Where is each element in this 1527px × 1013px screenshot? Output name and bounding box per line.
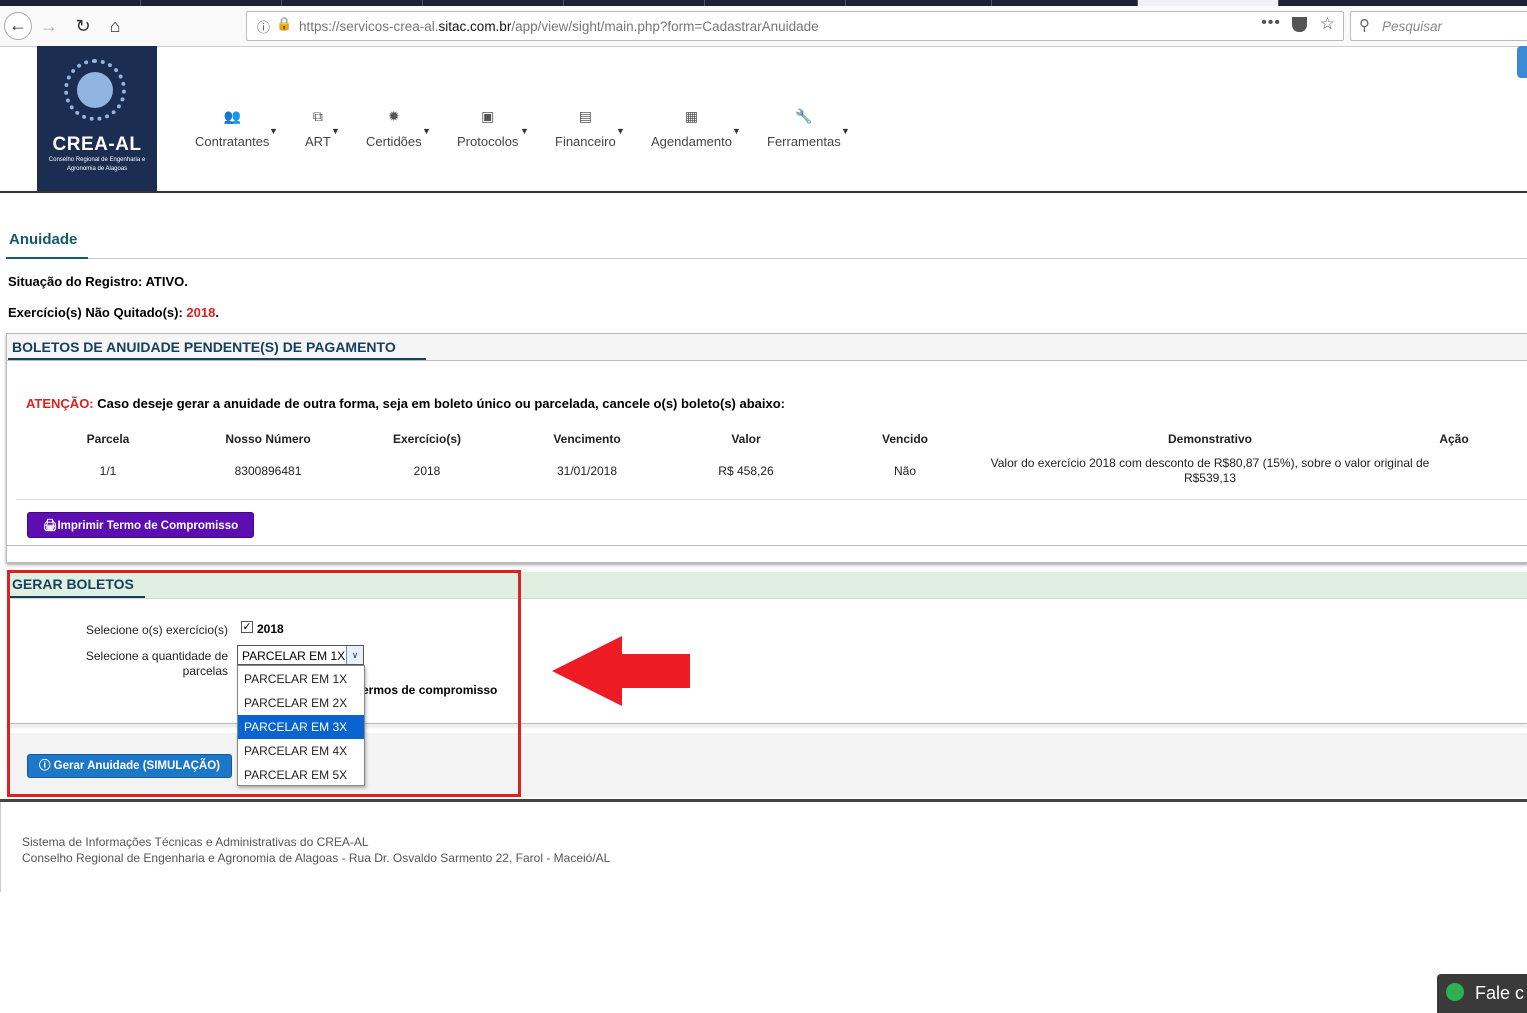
tab-divider — [88, 258, 1527, 259]
chevron-down-icon[interactable]: ▼ — [520, 126, 529, 136]
menu-ferramentas[interactable]: 🔧 Ferramentas — [767, 108, 841, 149]
menu-protocolos[interactable]: ▣ Protocolos — [457, 108, 518, 149]
cell-exercicio: 2018 — [413, 464, 441, 478]
cell-nosso-numero: 8300896481 — [234, 464, 302, 478]
title-underline — [8, 358, 426, 360]
pocket-icon[interactable] — [1292, 17, 1307, 32]
lock-icon: 🔒 — [276, 16, 293, 31]
menu-contratantes[interactable]: 👥 Contratantes — [195, 108, 269, 149]
certificate-icon: ✹ — [387, 108, 400, 124]
url-bar[interactable]: ⓘ 🔒 https://servicos-crea-al.sitac.com.b… — [246, 11, 1344, 41]
chevron-down-icon[interactable]: ▼ — [616, 126, 625, 136]
exercicios-nao-quitados: Exercício(s) Não Quitado(s): 2018. — [8, 305, 219, 320]
search-placeholder: Pesquisar — [1382, 19, 1443, 34]
menu-label: Agendamento — [651, 134, 732, 149]
calendar-icon: ▦ — [684, 108, 699, 124]
registro-status: Situação do Registro: ATIVO. — [8, 274, 188, 289]
reload-icon[interactable]: ↻ — [70, 14, 96, 38]
logo-subtitle: Conselho Regional de Engenharia e Agrono… — [48, 157, 146, 172]
menu-agendamento[interactable]: ▦ Agendamento — [651, 108, 732, 149]
menu-label: Certidões — [366, 134, 422, 149]
footer-line1: Sistema de Informações Técnicas e Admini… — [22, 835, 369, 849]
annotation-arrow-icon — [552, 636, 690, 706]
cell-vencimento: 31/01/2018 — [556, 464, 618, 478]
menu-art[interactable]: ⧉ ART — [305, 108, 331, 149]
atencao-message: ATENÇÃO: Caso deseje gerar a anuidade de… — [26, 396, 786, 411]
col-valor: Valor — [731, 432, 761, 446]
panel-divider — [7, 545, 1527, 546]
cell-vencido: Não — [893, 464, 916, 478]
seal-icon — [64, 59, 126, 121]
home-icon[interactable]: ⌂ — [102, 14, 128, 38]
col-parcela: Parcela — [86, 432, 130, 446]
col-vencido: Vencido — [881, 432, 928, 446]
left-border — [0, 802, 1, 892]
col-exercicio: Exercício(s) — [392, 432, 462, 446]
chat-label: Fale c — [1475, 983, 1525, 1003]
exercicio-year: 2018 — [186, 305, 216, 320]
url-text[interactable]: https://servicos-crea-al.sitac.com.br/ap… — [299, 19, 819, 34]
bookmark-star-icon[interactable]: ☆ — [1320, 14, 1335, 34]
button-label: Imprimir Termo de Compromisso — [57, 520, 239, 532]
pending-title: BOLETOS DE ANUIDADE PENDENTE(S) DE PAGAM… — [12, 339, 396, 355]
chevron-down-icon[interactable]: ▼ — [331, 126, 340, 136]
info-icon[interactable]: ⓘ — [257, 17, 270, 36]
menu-label: ART — [305, 134, 331, 149]
forward-arrow-icon[interactable]: → — [36, 14, 62, 38]
crea-logo[interactable]: CREA-AL Conselho Regional de Engenharia … — [37, 46, 157, 192]
copy-icon: ⧉ — [312, 108, 323, 124]
col-vencimento: Vencimento — [553, 432, 621, 446]
col-demonstrativo: Demonstrativo — [1167, 432, 1253, 446]
more-actions-icon[interactable]: ••• — [1261, 14, 1281, 32]
menu-label: Ferramentas — [767, 134, 841, 149]
row-divider — [16, 499, 1527, 500]
chevron-down-icon[interactable]: ▼ — [841, 126, 850, 136]
annotation-highlight-box — [7, 570, 521, 797]
menu-certidoes[interactable]: ✹ Certidões — [366, 108, 422, 149]
chevron-down-icon[interactable]: ▼ — [732, 126, 741, 136]
footer-line2: Conselho Regional de Engenharia e Agrono… — [22, 851, 611, 865]
tab-underline — [6, 257, 88, 259]
col-acao: Ação — [1439, 432, 1469, 446]
tab-anuidade[interactable]: Anuidade — [9, 231, 77, 248]
chat-widget[interactable]: Fale c — [1437, 974, 1527, 1013]
browser-search-bar[interactable]: ⚲ Pesquisar — [1350, 11, 1527, 41]
header-divider — [0, 191, 1527, 193]
cell-valor: R$ 458,26 — [718, 464, 774, 478]
printer-icon: 🖨 — [42, 520, 58, 532]
menu-label: Protocolos — [457, 134, 519, 149]
footer-divider — [0, 799, 1527, 802]
users-icon: 👥 — [223, 108, 241, 124]
side-widget[interactable] — [1517, 46, 1527, 78]
cell-demonstrativo: Valor do exercício 2018 com desconto de … — [990, 456, 1430, 485]
menu-label: Contratantes — [195, 134, 270, 149]
print-termo-button[interactable]: 🖨Imprimir Termo de Compromisso — [27, 512, 254, 538]
menu-label: Financeiro — [555, 134, 616, 149]
cell-parcela: 1/1 — [99, 464, 117, 478]
col-nosso-numero: Nosso Número — [225, 432, 311, 446]
browser-toolbar: ← → ↻ ⌂ ⓘ 🔒 https://servicos-crea-al.sit… — [0, 6, 1527, 47]
wrench-icon: 🔧 — [795, 108, 813, 124]
chevron-down-icon[interactable]: ▼ — [269, 126, 278, 136]
inbox-icon: ▣ — [481, 108, 495, 124]
chat-icon — [1446, 983, 1464, 1001]
search-icon: ⚲ — [1359, 17, 1370, 34]
back-arrow-icon[interactable]: ← — [4, 12, 32, 40]
menu-financeiro[interactable]: ▤ Financeiro — [555, 108, 616, 149]
footer-text: Sistema de Informações Técnicas e Admini… — [22, 834, 610, 866]
money-icon: ▤ — [578, 108, 592, 124]
logo-name: CREA-AL — [52, 134, 142, 155]
chevron-down-icon[interactable]: ▼ — [422, 126, 431, 136]
